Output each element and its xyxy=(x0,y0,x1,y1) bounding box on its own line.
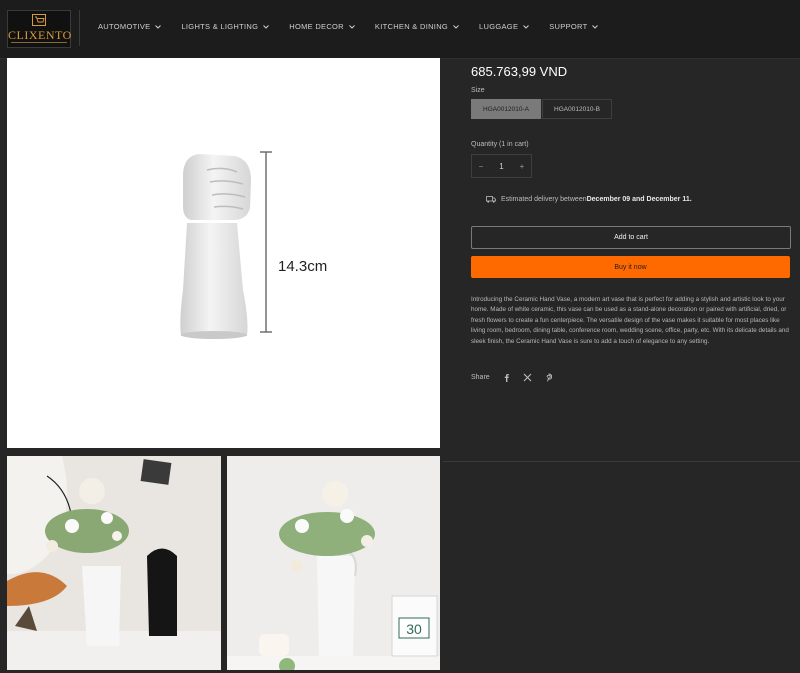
site-header: CLIXENTO AUTOMOTIVE LIGHTS & LIGHTING HO… xyxy=(0,0,800,59)
cart-logo-icon xyxy=(32,14,46,26)
nav-label: SUPPORT xyxy=(549,22,588,31)
quantity-stepper: − 1 + xyxy=(471,154,532,178)
chevron-down-icon xyxy=(523,24,530,29)
chevron-down-icon xyxy=(263,24,270,29)
quantity-increase-button[interactable]: + xyxy=(513,162,531,171)
lifestyle-photo-illustration: 30 xyxy=(227,456,440,670)
product-main-image[interactable]: 14.3cm xyxy=(7,58,440,448)
brand-logo[interactable]: CLIXENTO xyxy=(7,10,71,48)
calendar-number: 30 xyxy=(406,621,422,637)
share-label: Share xyxy=(471,374,490,381)
chevron-down-icon xyxy=(155,24,162,29)
truck-icon xyxy=(486,196,496,203)
brand-name: CLIXENTO xyxy=(8,28,72,42)
facebook-icon[interactable] xyxy=(502,373,511,382)
nav-label: LUGGAGE xyxy=(479,22,519,31)
delivery-text: Estimated delivery between xyxy=(501,196,587,203)
pinterest-icon[interactable] xyxy=(544,373,553,382)
nav-item-luggage[interactable]: LUGGAGE xyxy=(479,22,530,31)
x-icon[interactable] xyxy=(523,373,532,382)
estimated-delivery: Estimated delivery between December 09 a… xyxy=(486,196,692,203)
chevron-down-icon xyxy=(349,24,355,29)
header-divider xyxy=(79,10,80,46)
product-thumbnail-2[interactable]: 30 xyxy=(227,456,440,670)
product-thumbnail-1[interactable] xyxy=(7,456,221,670)
nav-label: AUTOMOTIVE xyxy=(98,22,151,31)
size-option-b[interactable]: HGA0012010-B xyxy=(542,99,612,119)
nav-item-kitchen[interactable]: KITCHEN & DINING xyxy=(375,22,459,31)
delivery-dates: December 09 and December 11. xyxy=(586,196,692,203)
product-description: Introducing the Ceramic Hand Vase, a mod… xyxy=(471,296,789,345)
chevron-down-icon xyxy=(592,24,599,29)
buy-now-button[interactable]: Buy it now xyxy=(471,256,790,278)
size-option-a[interactable]: HGA0012010-A xyxy=(471,99,541,119)
nav-label: KITCHEN & DINING xyxy=(374,22,449,31)
quantity-value[interactable]: 1 xyxy=(499,162,503,171)
add-to-cart-button[interactable]: Add to cart xyxy=(471,226,791,249)
nav-item-automotive[interactable]: AUTOMOTIVE xyxy=(98,22,162,31)
brand-underline xyxy=(11,42,67,43)
lifestyle-photo-illustration xyxy=(7,456,221,670)
hand-vase-illustration: 14.3cm xyxy=(180,151,327,339)
measurement-label: 14.3cm xyxy=(278,258,327,275)
quantity-label: Quantity (1 in cart) xyxy=(471,141,529,148)
product-price: 685.763,99 VND xyxy=(471,64,568,79)
quantity-decrease-button[interactable]: − xyxy=(472,162,490,171)
section-divider xyxy=(443,461,800,462)
main-nav: AUTOMOTIVE LIGHTS & LIGHTING HOME DECOR … xyxy=(98,22,618,31)
chevron-down-icon xyxy=(453,24,459,29)
nav-label: LIGHTS & LIGHTING xyxy=(181,22,259,31)
nav-item-home-decor[interactable]: HOME DECOR xyxy=(289,22,355,31)
share-row: Share xyxy=(471,373,553,382)
nav-item-lights[interactable]: LIGHTS & LIGHTING xyxy=(181,22,270,31)
nav-item-support[interactable]: SUPPORT xyxy=(549,22,599,31)
size-label: Size xyxy=(471,87,485,94)
nav-label: HOME DECOR xyxy=(289,22,344,31)
